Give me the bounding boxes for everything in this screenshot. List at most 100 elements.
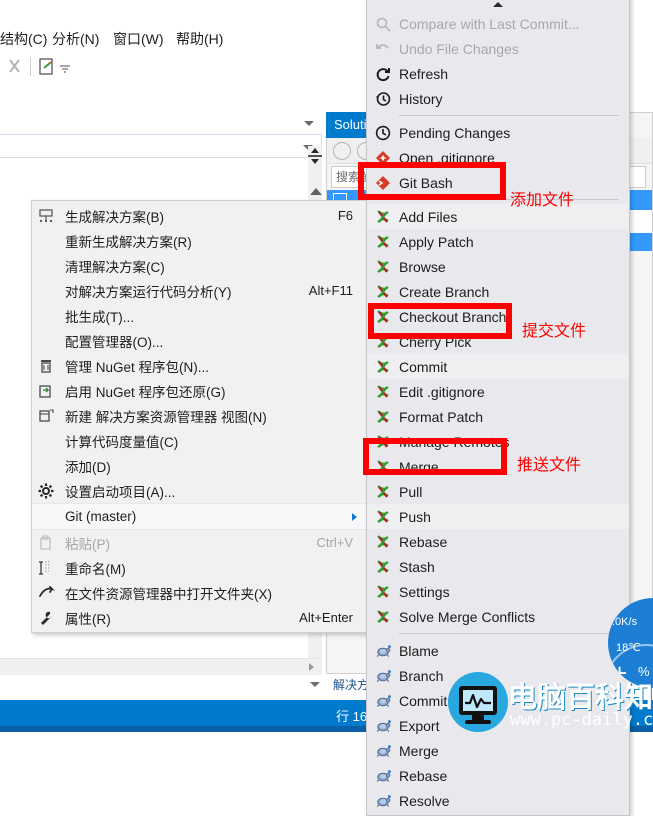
context-menu-item-label: 计算代码度量值(C) [65, 434, 179, 450]
git-menu-item[interactable]: History [367, 86, 629, 111]
context-menu-item[interactable]: 重新生成解决方案(R) [32, 228, 367, 253]
context-menu-item[interactable]: 配置管理器(O)... [32, 328, 367, 353]
refresh-icon [367, 61, 399, 86]
menu-item-no-icon [32, 278, 61, 303]
annotation-label-add-files: 添加文件 [510, 190, 575, 209]
git-menu-item-label: Settings [399, 583, 450, 600]
navigate-file-icon[interactable] [36, 56, 58, 78]
solution-context-menu[interactable]: 生成解决方案(B) F6 重新生成解决方案(R) 清理解决方案(C) 对解决方案运行代码… [31, 200, 368, 633]
git-menu-item[interactable]: Blame [367, 638, 629, 663]
git-menu-item-label: Rebase [399, 533, 448, 550]
git-menu-item[interactable]: Pending Changes [367, 120, 629, 145]
menu-item-analyze[interactable]: 分析(N) [52, 26, 99, 52]
context-menu-item-shortcut: Alt+F11 [308, 283, 353, 298]
context-menu-item[interactable]: 批生成(T)... [32, 303, 367, 328]
context-menu-item[interactable]: 生成解决方案(B) F6 [32, 203, 367, 228]
context-menu-item-label: 添加(D) [65, 459, 111, 475]
toolbar-separator [30, 57, 31, 76]
context-menu-item-shortcut: Ctrl+V [316, 535, 353, 550]
context-menu-item[interactable]: 启用 NuGet 程序包还原(G) [32, 378, 367, 403]
git-menu-item-label: Stash [399, 558, 435, 575]
git-menu-item[interactable]: Browse [367, 254, 629, 279]
turtle-icon [367, 638, 399, 663]
watermark-monitor-base [465, 720, 491, 724]
context-menu-item-shortcut: Alt+Enter [299, 610, 353, 625]
menu-item-no-icon [32, 428, 61, 453]
tortoisegit-icon [367, 354, 399, 379]
git-menu-item-label: Rebase [399, 767, 448, 784]
git-menu-item[interactable]: Rebase [367, 529, 629, 554]
git-menu-item-label: Resolve [399, 792, 450, 809]
context-menu-item-label: 重命名(M) [65, 561, 126, 577]
tortoisegit-icon [367, 229, 399, 254]
tortoisegit-icon [367, 504, 399, 529]
menu-item-structure[interactable]: 结构(C) [0, 26, 47, 52]
menu-item-no-icon [32, 303, 61, 328]
git-menu-item[interactable]: Format Patch [367, 404, 629, 429]
git-menu-item[interactable]: Add Files [367, 204, 629, 229]
tortoisegit-icon [367, 604, 399, 629]
git-menu-item[interactable]: Rebase [367, 763, 629, 788]
git-menu-item[interactable]: Create Branch [367, 279, 629, 304]
git-menu-item-label: History [399, 90, 443, 107]
git-menu-item-label: Undo File Changes [399, 40, 519, 57]
editor-horizontal-scrollbar[interactable] [0, 658, 322, 675]
context-menu-item-label: 设置启动项目(A)... [65, 484, 176, 500]
watermark: 电脑百科知识 www.pc-daily.com [448, 672, 653, 732]
git-menu-item: Compare with Last Commit... [367, 11, 629, 36]
git-menu-item[interactable]: Pull [367, 479, 629, 504]
scroll-right-arrow-icon[interactable] [309, 663, 314, 671]
status-line-number: 行 16 [336, 709, 368, 724]
git-menu-item[interactable]: Resolve [367, 788, 629, 813]
editor-split-control[interactable] [307, 146, 323, 166]
scroll-up-arrow-icon[interactable] [310, 188, 322, 195]
git-menu-item[interactable]: Commit [367, 354, 629, 379]
git-menu-separator [399, 115, 619, 116]
git-menu-item[interactable]: Solve Merge Conflicts [367, 604, 629, 629]
context-menu-item[interactable]: 设置启动项目(A)... [32, 478, 367, 503]
git-menu-item: Undo File Changes [367, 36, 629, 61]
annotation-box-commit [368, 303, 512, 339]
git-menu-item-label: Pending Changes [399, 124, 511, 141]
editor-type-dropdown[interactable] [0, 112, 322, 135]
menu-item-no-icon [32, 228, 61, 253]
chevron-up-icon [493, 2, 503, 7]
git-menu-item[interactable]: Edit .gitignore [367, 379, 629, 404]
git-menu-item-label: Format Patch [399, 408, 484, 425]
context-menu-item-label: 属性(R) [65, 611, 111, 627]
chevron-down-icon[interactable] [310, 682, 320, 687]
context-menu-item[interactable]: Git (master) [32, 503, 367, 530]
watermark-url: www.pc-daily.com [510, 710, 653, 730]
context-menu-item[interactable]: 管理 NuGet 程序包(N)... [32, 353, 367, 378]
git-menu-item[interactable]: Apply Patch [367, 229, 629, 254]
context-menu-item[interactable]: 计算代码度量值(C) [32, 428, 367, 453]
git-menu-item[interactable]: Settings [367, 579, 629, 604]
git-menu-item-label: Refresh [399, 65, 449, 82]
context-menu-item[interactable]: 在文件资源管理器中打开文件夹(X) [32, 580, 367, 605]
rename-icon [32, 555, 61, 580]
context-menu-item[interactable]: 新建 解决方案资源管理器 视图(N) [32, 403, 367, 428]
cut-icon[interactable] [4, 56, 26, 78]
context-menu-item[interactable]: 重命名(M) [32, 555, 367, 580]
back-icon[interactable] [333, 142, 351, 160]
context-menu-item[interactable]: 对解决方案运行代码分析(Y) Alt+F11 [32, 278, 367, 303]
submenu-scroll-up[interactable] [367, 0, 629, 11]
menu-item-window[interactable]: 窗口(W) [113, 26, 164, 52]
context-menu-item[interactable]: 属性(R) Alt+Enter [32, 605, 367, 630]
gear-icon [32, 478, 61, 503]
toolbar-overflow-icon[interactable] [58, 62, 80, 84]
git-menu-item[interactable]: Push [367, 504, 629, 529]
context-menu-item[interactable]: 添加(D) [32, 453, 367, 478]
git-menu-item-label: Browse [399, 258, 446, 275]
context-menu-item-label: 生成解决方案(B) [65, 209, 164, 225]
git-menu-item-label: Pull [399, 483, 423, 500]
editor-member-dropdown[interactable] [0, 134, 322, 158]
context-menu-item[interactable]: 清理解决方案(C) [32, 253, 367, 278]
git-menu-item[interactable]: Merge [367, 738, 629, 763]
history-icon [367, 86, 399, 111]
undo-icon [367, 36, 399, 61]
git-menu-item-label: Merge [399, 742, 439, 759]
git-menu-item[interactable]: Refresh [367, 61, 629, 86]
git-menu-item[interactable]: Stash [367, 554, 629, 579]
menu-item-help[interactable]: 帮助(H) [176, 26, 223, 52]
